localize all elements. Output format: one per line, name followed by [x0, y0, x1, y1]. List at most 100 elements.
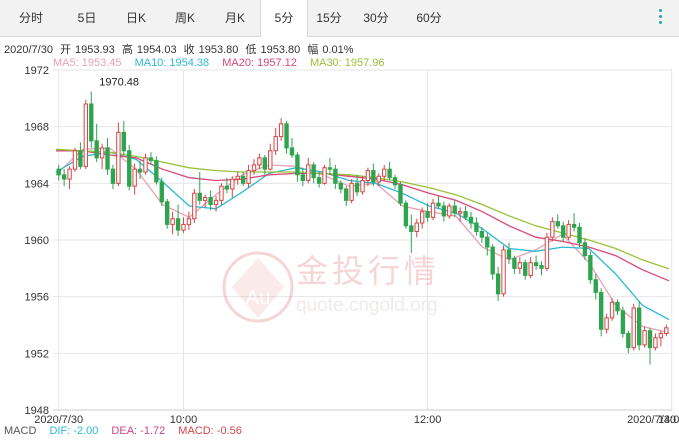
candle-body — [604, 317, 609, 330]
candle-body — [127, 150, 132, 187]
candle-body — [137, 168, 143, 173]
candle-body — [181, 223, 186, 231]
candle-body — [67, 168, 72, 180]
candle-body — [257, 157, 262, 166]
candle-body — [197, 192, 202, 201]
candle-body — [479, 231, 485, 238]
candle-body — [430, 202, 436, 218]
candle-body — [631, 307, 636, 349]
candle-body — [436, 202, 441, 207]
candle-body — [533, 262, 539, 266]
macd-title: MACD — [4, 425, 37, 437]
macd-dea: DEA: -1.72 — [111, 425, 166, 437]
candle-body — [517, 262, 523, 269]
candle-body — [116, 131, 121, 184]
candle-body — [382, 168, 387, 177]
candle-body — [409, 225, 414, 232]
candle-body — [78, 150, 83, 167]
candle-body — [132, 168, 137, 187]
watermark-url: quote.cngold.org — [296, 295, 438, 316]
y-tick-label: 1960 — [25, 235, 49, 247]
y-tick-label: 1972 — [25, 65, 49, 77]
candle-body — [240, 175, 246, 184]
candle-body — [143, 157, 148, 173]
candle-body — [506, 249, 512, 259]
candle-body — [490, 246, 495, 275]
candle-body — [441, 205, 447, 217]
candle-body — [582, 242, 588, 257]
candle-body — [664, 327, 669, 335]
y-tick-label: 1968 — [25, 122, 49, 134]
candle-body — [403, 202, 409, 227]
extreme-label: 1970.48 — [99, 77, 139, 89]
candle-body — [615, 301, 620, 312]
candle-body — [653, 337, 658, 349]
candle-body — [495, 273, 501, 295]
candle-body — [398, 184, 403, 204]
candle-body — [512, 257, 517, 269]
candle-body — [609, 301, 615, 319]
candle-body — [278, 123, 284, 138]
candle-body — [338, 182, 343, 190]
candle-body — [235, 175, 240, 180]
candle-body — [485, 236, 490, 248]
candle-body — [593, 279, 598, 293]
candle-body — [165, 201, 170, 225]
candle-body — [262, 157, 268, 170]
candle-body — [224, 185, 230, 190]
candle-body — [121, 131, 126, 152]
candle-body — [528, 262, 533, 276]
candle-body — [626, 333, 631, 349]
candle-body — [501, 249, 506, 295]
candle-body — [344, 188, 349, 201]
candle-body — [354, 182, 360, 193]
candle-body — [246, 170, 251, 184]
candle-body — [94, 140, 99, 159]
candle-body — [550, 221, 555, 238]
candle-body — [316, 177, 322, 184]
candle-body — [208, 197, 213, 206]
watermark-brand: 金投行情 — [296, 252, 440, 290]
candle-body — [419, 211, 425, 224]
watermark-logo-text: Au — [246, 287, 270, 309]
candle-body — [468, 216, 474, 224]
candle-body — [571, 223, 577, 228]
candles — [56, 91, 669, 365]
candle-body — [544, 236, 550, 269]
macd-dif: DIF: -2.00 — [49, 425, 99, 437]
candle-body — [463, 211, 468, 218]
candle-body — [159, 181, 164, 203]
candle-body — [322, 167, 327, 184]
candle-body — [452, 205, 457, 214]
candle-body — [268, 150, 273, 170]
candle-body — [387, 168, 392, 179]
candle-body — [202, 197, 208, 201]
candle-body — [658, 333, 664, 339]
candle-body — [376, 175, 381, 183]
candle-body — [83, 103, 89, 167]
macd-legend: MACD DIF: -2.00 DEA: -1.72 MACD: -0.56 — [4, 425, 252, 437]
ma-line-ma30 — [55, 148, 670, 270]
x-tick-label: 12:00 — [414, 414, 442, 426]
y-tick-label: 1956 — [25, 292, 49, 304]
candle-body — [300, 174, 306, 181]
x-tick-label: 2020/7/30 — [627, 414, 676, 426]
candle-body — [61, 174, 67, 180]
annotations: 1970.481951.21 — [99, 77, 139, 89]
candle-body — [311, 164, 316, 179]
candle-body — [414, 222, 419, 232]
candle-body — [284, 123, 289, 149]
y-tick-label: 1952 — [25, 348, 49, 360]
candle-body — [99, 147, 105, 159]
candle-body — [561, 225, 566, 238]
candle-body — [425, 211, 430, 218]
candle-body — [577, 226, 582, 244]
candlestick-chart: Au 金投行情 quote.cngold.org 1972 1968 1964 196… — [25, 65, 679, 426]
candle-body — [588, 255, 593, 281]
y-tick-label: 1964 — [25, 178, 49, 190]
candle-body — [251, 164, 257, 172]
candle-body — [566, 223, 571, 238]
candle-body — [360, 180, 365, 193]
candle-body — [192, 192, 197, 220]
candle-body — [289, 147, 295, 156]
